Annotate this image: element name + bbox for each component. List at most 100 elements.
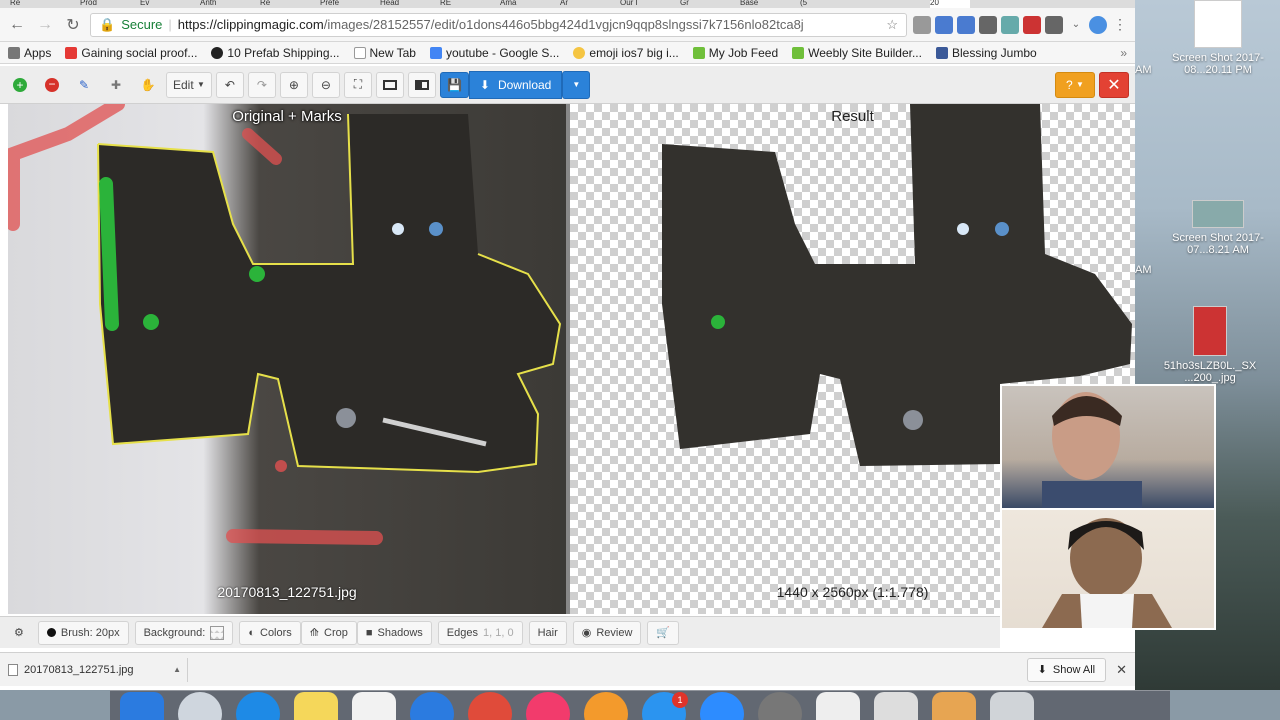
zoom-icon[interactable] — [700, 692, 744, 720]
background-button[interactable]: Background: — [134, 620, 234, 645]
webcam-feed-top — [1002, 386, 1214, 508]
reminders-icon[interactable] — [352, 692, 396, 720]
browser-tab[interactable]: Our I — [620, 0, 660, 8]
show-all-downloads-button[interactable]: ⬇ Show All — [1026, 657, 1107, 682]
back-arrow-icon[interactable]: ← — [6, 14, 28, 36]
edit-menu-button[interactable]: Edit ▼ — [166, 71, 212, 98]
hair-button[interactable]: Hair — [528, 620, 567, 645]
close-shelf-icon[interactable]: ✕ — [1116, 662, 1127, 678]
fit-to-screen-icon[interactable]: ⛶ — [343, 71, 372, 98]
keep-tool-icon[interactable]: + — [6, 72, 34, 98]
browser-tab[interactable]: Re — [260, 0, 300, 8]
close-editor-button[interactable]: ✕ — [1099, 71, 1129, 98]
app-store-icon[interactable]: 1 — [642, 692, 688, 720]
zoom-in-icon[interactable]: ⊕ — [279, 71, 308, 98]
browser-tab[interactable]: (5 — [800, 0, 840, 8]
browser-tab[interactable]: RE — [440, 0, 480, 8]
cart-button[interactable]: 🛒 — [647, 620, 680, 645]
remove-tool-icon[interactable]: − — [38, 72, 66, 98]
launchpad-icon[interactable] — [178, 692, 222, 720]
downloads-stack-icon[interactable] — [874, 692, 918, 720]
downloaded-file[interactable]: 20170813_122751.jpg ▲ — [8, 657, 188, 682]
desktop-partial-time: AM — [1135, 64, 1152, 76]
browser-tab[interactable]: Ev — [140, 0, 180, 8]
extension-icon[interactable] — [935, 15, 953, 34]
extension-icon[interactable] — [913, 15, 931, 34]
highlight — [336, 408, 356, 428]
bookmark-item[interactable]: New Tab — [353, 46, 416, 60]
chevron-down-icon[interactable]: ⌄ — [1067, 16, 1085, 34]
ibooks-icon[interactable] — [584, 692, 628, 720]
single-view-icon[interactable] — [375, 71, 404, 98]
bookmark-star-icon[interactable]: ☆ — [886, 17, 898, 33]
colors-button[interactable]: ◐ Colors — [239, 620, 301, 645]
bookmark-item[interactable]: youtube - Google S... — [429, 46, 559, 60]
extension-icon[interactable] — [957, 15, 975, 34]
shadows-label: Shadows — [377, 626, 423, 639]
chrome-icon[interactable] — [468, 692, 512, 720]
split-view-icon[interactable] — [407, 71, 436, 98]
extension-icon[interactable] — [979, 15, 997, 34]
desktop-file-image[interactable]: 51ho3sLZB0L._SX ...200_.jpg — [1155, 306, 1265, 384]
app-icon[interactable] — [410, 692, 454, 720]
settings-button[interactable]: ⚙ — [6, 621, 32, 645]
brush-size-button[interactable]: Brush: 20px — [37, 620, 129, 645]
bookmark-apps[interactable]: Apps — [8, 46, 51, 60]
trash-icon[interactable] — [990, 692, 1034, 720]
itunes-icon[interactable] — [526, 692, 570, 720]
brush-size-label: Brush: 20px — [60, 626, 120, 639]
document-icon[interactable] — [816, 692, 860, 720]
folder-stack-icon[interactable] — [932, 692, 976, 720]
help-button[interactable]: ? ▼ — [1055, 71, 1095, 98]
bookmark-item[interactable]: 10 Prefab Shipping... — [211, 46, 340, 60]
browser-tab[interactable]: Anth — [200, 0, 240, 8]
forward-arrow-icon[interactable]: → — [34, 14, 56, 36]
original-marks-pane[interactable]: Original + Marks 20170813_122751.jpg — [8, 104, 566, 614]
extension-icon[interactable] — [1023, 15, 1041, 34]
bookmark-item[interactable]: emoji ios7 big i... — [573, 46, 679, 60]
bookmark-item[interactable]: Weebly Site Builder... — [792, 46, 922, 60]
system-preferences-icon[interactable] — [758, 692, 802, 720]
notes-icon[interactable] — [294, 692, 338, 720]
google-icon — [429, 46, 442, 59]
extension-icon[interactable] — [1045, 15, 1063, 34]
show-all-label: Show All — [1052, 663, 1096, 676]
browser-tab[interactable]: Ama — [500, 0, 540, 8]
desktop-file-screenshot-1[interactable]: Screen Shot 2017-08...20.11 PM — [1163, 0, 1273, 76]
download-options-button[interactable]: ▼ — [562, 70, 591, 99]
review-button[interactable]: ◉ Review — [572, 620, 642, 645]
browser-tab[interactable]: Head — [380, 0, 420, 8]
browser-tab[interactable]: Prefe — [320, 0, 360, 8]
extension-icon[interactable] — [1001, 15, 1019, 34]
finder-icon[interactable] — [120, 692, 164, 720]
zoom-out-icon[interactable]: ⊖ — [311, 71, 340, 98]
hand-pan-icon[interactable]: ✋ — [134, 72, 162, 98]
hair-brush-icon[interactable]: ✎ — [70, 72, 98, 98]
menu-dots-icon[interactable]: ⋮ — [1111, 16, 1129, 34]
undo-icon[interactable]: ↶ — [215, 71, 244, 98]
browser-tab[interactable]: Base — [740, 0, 780, 8]
bookmarks-overflow-icon[interactable]: » — [1120, 46, 1127, 60]
bookmark-item[interactable]: My Job Feed — [692, 46, 778, 60]
download-button[interactable]: ⬇ Download — [468, 70, 563, 99]
redo-icon[interactable]: ↷ — [247, 71, 276, 98]
shadows-button[interactable]: ■ Shadows — [356, 620, 432, 645]
extension-icon[interactable] — [1089, 15, 1107, 34]
edges-button[interactable]: Edges 1, 1, 0 — [437, 620, 523, 645]
video-call-overlay[interactable] — [1000, 384, 1216, 630]
crop-button[interactable]: ⟰ Crop — [300, 620, 357, 645]
reload-icon[interactable]: ↻ — [62, 14, 84, 36]
safari-icon[interactable] — [236, 692, 280, 720]
bookmark-item[interactable]: Gaining social proof... — [65, 46, 197, 60]
url-field[interactable]: 🔒 Secure | https://clippingmagic.com/ima… — [90, 12, 907, 37]
caret-down-icon[interactable]: ▲ — [173, 665, 181, 674]
browser-tab[interactable]: Ar — [560, 0, 600, 8]
browser-tab-active[interactable]: 20 — [930, 0, 970, 8]
browser-tab[interactable]: Re — [10, 0, 50, 8]
bookmark-item[interactable]: Blessing Jumbo — [935, 46, 1037, 60]
scalpel-icon[interactable]: ✚ — [102, 72, 130, 98]
browser-tab[interactable]: Prod — [80, 0, 120, 8]
desktop-file-screenshot-2[interactable]: Screen Shot 2017-07...8.21 AM — [1163, 200, 1273, 256]
save-icon[interactable]: 💾 — [439, 71, 469, 98]
browser-tab[interactable]: Gr — [680, 0, 720, 8]
